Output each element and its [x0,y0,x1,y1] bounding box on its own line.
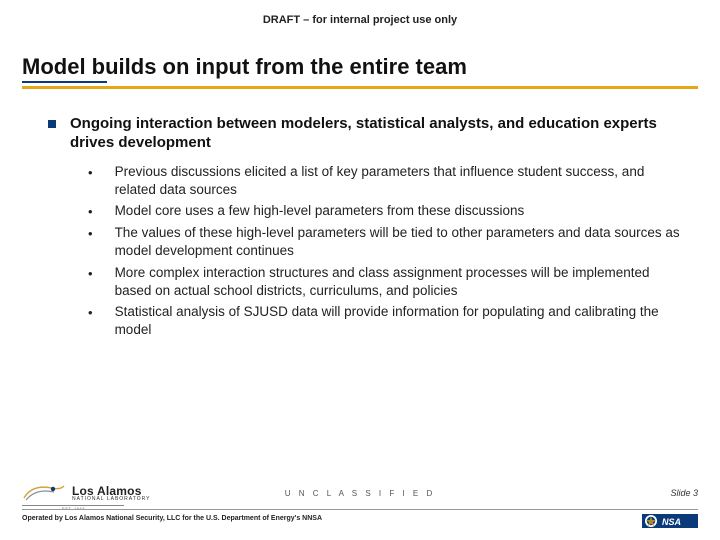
list-item-text: The values of these high-level parameter… [115,224,680,260]
square-bullet-icon [48,120,56,128]
list-item-text: Previous discussions elicited a list of … [115,163,680,199]
operated-by-text: Operated by Los Alamos National Security… [22,515,322,522]
bullet-icon: • [88,265,93,283]
main-bullet: Ongoing interaction between modelers, st… [48,115,690,153]
content-area: Ongoing interaction between modelers, st… [0,89,720,339]
footer-divider [22,509,698,510]
list-item-text: More complex interaction structures and … [115,264,680,300]
draft-header: DRAFT – for internal project use only [0,0,720,26]
bullet-icon: • [88,304,93,322]
slide-number: Slide 3 [670,488,698,498]
list-item: • More complex interaction structures an… [88,264,680,300]
list-item: • The values of these high-level paramet… [88,224,680,260]
list-item-text: Model core uses a few high-level paramet… [115,202,525,220]
list-item: • Model core uses a few high-level param… [88,202,680,221]
sub-bullet-list: • Previous discussions elicited a list o… [48,163,690,340]
classification-label: U N C L A S S I F I E D [0,489,720,498]
bullet-icon: • [88,203,93,221]
slide-title: Model builds on input from the entire te… [0,26,720,86]
list-item: • Statistical analysis of SJUSD data wil… [88,303,680,339]
nnsa-logo-icon: NSA [642,512,698,530]
list-item-text: Statistical analysis of SJUSD data will … [115,303,680,339]
svg-text:NSA: NSA [662,517,681,527]
footer: Los Alamos NATIONAL LABORATORY EST. 1943… [0,460,720,540]
title-underline [22,86,698,89]
bullet-icon: • [88,164,93,182]
main-bullet-text: Ongoing interaction between modelers, st… [70,115,690,153]
bullet-icon: • [88,225,93,243]
list-item: • Previous discussions elicited a list o… [88,163,680,199]
